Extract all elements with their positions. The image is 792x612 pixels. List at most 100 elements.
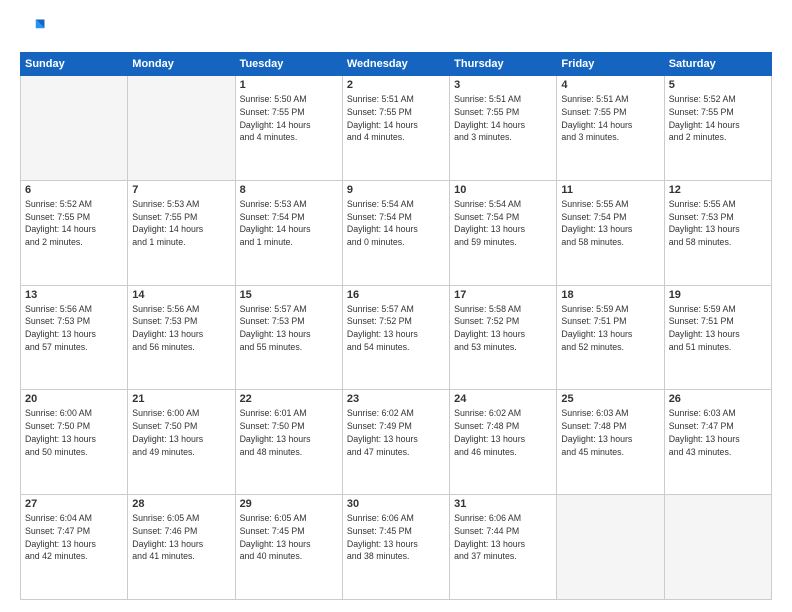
day-number: 14 [132,289,230,301]
day-info: Sunrise: 5:58 AM Sunset: 7:52 PM Dayligh… [454,303,552,354]
day-info: Sunrise: 5:59 AM Sunset: 7:51 PM Dayligh… [561,303,659,354]
day-number: 9 [347,184,445,196]
calendar-header: SundayMondayTuesdayWednesdayThursdayFrid… [21,53,772,76]
calendar-week-row: 1Sunrise: 5:50 AM Sunset: 7:55 PM Daylig… [21,76,772,181]
day-number: 13 [25,289,123,301]
day-info: Sunrise: 6:01 AM Sunset: 7:50 PM Dayligh… [240,407,338,458]
day-number: 17 [454,289,552,301]
day-number: 28 [132,498,230,510]
day-info: Sunrise: 5:52 AM Sunset: 7:55 PM Dayligh… [669,93,767,144]
day-number: 10 [454,184,552,196]
day-info: Sunrise: 5:54 AM Sunset: 7:54 PM Dayligh… [454,198,552,249]
day-number: 26 [669,393,767,405]
calendar-cell [128,76,235,181]
day-number: 8 [240,184,338,196]
day-number: 1 [240,79,338,91]
calendar-cell: 25 Sunrise: 6:03 AM Sunset: 7:48 PM Dayli… [557,390,664,495]
weekday-header: Friday [557,53,664,76]
calendar-cell: 18 Sunrise: 5:59 AM Sunset: 7:51 PM Dayli… [557,285,664,390]
calendar-cell [557,495,664,600]
calendar-cell: 13 Sunrise: 5:56 AM Sunset: 7:53 PM Dayli… [21,285,128,390]
calendar-cell: 3 Sunrise: 5:51 AM Sunset: 7:55 PM Daylig… [450,76,557,181]
weekday-header: Wednesday [342,53,449,76]
calendar-cell: 8Sunrise: 5:53 AM Sunset: 7:54 PM Daylig… [235,180,342,285]
calendar-cell: 19 Sunrise: 5:59 AM Sunset: 7:51 PM Dayli… [664,285,771,390]
day-number: 24 [454,393,552,405]
day-info: Sunrise: 6:00 AM Sunset: 7:50 PM Dayligh… [132,407,230,458]
day-number: 2 [347,79,445,91]
calendar-week-row: 6 Sunrise: 5:52 AM Sunset: 7:55 PM Daylig… [21,180,772,285]
calendar-week-row: 20 Sunrise: 6:00 AM Sunset: 7:50 PM Dayli… [21,390,772,495]
calendar-cell: 31Sunrise: 6:06 AM Sunset: 7:44 PM Dayli… [450,495,557,600]
logo [20,16,52,44]
calendar: SundayMondayTuesdayWednesdayThursdayFrid… [20,52,772,600]
day-number: 27 [25,498,123,510]
calendar-body: 1Sunrise: 5:50 AM Sunset: 7:55 PM Daylig… [21,76,772,600]
day-number: 16 [347,289,445,301]
calendar-cell: 12Sunrise: 5:55 AM Sunset: 7:53 PM Dayli… [664,180,771,285]
day-info: Sunrise: 6:02 AM Sunset: 7:48 PM Dayligh… [454,407,552,458]
day-number: 3 [454,79,552,91]
day-number: 7 [132,184,230,196]
day-info: Sunrise: 5:54 AM Sunset: 7:54 PM Dayligh… [347,198,445,249]
calendar-cell: 28Sunrise: 6:05 AM Sunset: 7:46 PM Dayli… [128,495,235,600]
day-number: 15 [240,289,338,301]
day-number: 22 [240,393,338,405]
calendar-cell: 22 Sunrise: 6:01 AM Sunset: 7:50 PM Dayli… [235,390,342,495]
weekday-row: SundayMondayTuesdayWednesdayThursdayFrid… [21,53,772,76]
day-info: Sunrise: 6:00 AM Sunset: 7:50 PM Dayligh… [25,407,123,458]
day-number: 21 [132,393,230,405]
header [20,16,772,44]
day-info: Sunrise: 5:57 AM Sunset: 7:53 PM Dayligh… [240,303,338,354]
calendar-cell: 27 Sunrise: 6:04 AM Sunset: 7:47 PM Dayli… [21,495,128,600]
day-info: Sunrise: 5:56 AM Sunset: 7:53 PM Dayligh… [25,303,123,354]
day-number: 19 [669,289,767,301]
day-info: Sunrise: 6:02 AM Sunset: 7:49 PM Dayligh… [347,407,445,458]
day-info: Sunrise: 6:03 AM Sunset: 7:48 PM Dayligh… [561,407,659,458]
day-number: 25 [561,393,659,405]
day-info: Sunrise: 5:59 AM Sunset: 7:51 PM Dayligh… [669,303,767,354]
calendar-cell: 1Sunrise: 5:50 AM Sunset: 7:55 PM Daylig… [235,76,342,181]
calendar-cell: 6 Sunrise: 5:52 AM Sunset: 7:55 PM Daylig… [21,180,128,285]
calendar-cell: 15 Sunrise: 5:57 AM Sunset: 7:53 PM Dayli… [235,285,342,390]
calendar-cell: 24 Sunrise: 6:02 AM Sunset: 7:48 PM Dayli… [450,390,557,495]
calendar-cell: 29 Sunrise: 6:05 AM Sunset: 7:45 PM Dayli… [235,495,342,600]
day-number: 4 [561,79,659,91]
calendar-cell [664,495,771,600]
day-info: Sunrise: 6:03 AM Sunset: 7:47 PM Dayligh… [669,407,767,458]
day-info: Sunrise: 5:56 AM Sunset: 7:53 PM Dayligh… [132,303,230,354]
calendar-cell: 14 Sunrise: 5:56 AM Sunset: 7:53 PM Dayli… [128,285,235,390]
day-info: Sunrise: 6:05 AM Sunset: 7:45 PM Dayligh… [240,512,338,563]
day-number: 23 [347,393,445,405]
calendar-cell: 7 Sunrise: 5:53 AM Sunset: 7:55 PM Daylig… [128,180,235,285]
day-number: 20 [25,393,123,405]
calendar-cell: 16 Sunrise: 5:57 AM Sunset: 7:52 PM Dayli… [342,285,449,390]
calendar-week-row: 13 Sunrise: 5:56 AM Sunset: 7:53 PM Dayli… [21,285,772,390]
weekday-header: Sunday [21,53,128,76]
day-number: 5 [669,79,767,91]
day-info: Sunrise: 5:55 AM Sunset: 7:53 PM Dayligh… [669,198,767,249]
weekday-header: Thursday [450,53,557,76]
day-info: Sunrise: 5:53 AM Sunset: 7:55 PM Dayligh… [132,198,230,249]
page: SundayMondayTuesdayWednesdayThursdayFrid… [0,0,792,612]
calendar-cell: 2Sunrise: 5:51 AM Sunset: 7:55 PM Daylig… [342,76,449,181]
day-info: Sunrise: 5:55 AM Sunset: 7:54 PM Dayligh… [561,198,659,249]
calendar-cell: 5 Sunrise: 5:52 AM Sunset: 7:55 PM Daylig… [664,76,771,181]
day-number: 31 [454,498,552,510]
weekday-header: Saturday [664,53,771,76]
calendar-cell: 26 Sunrise: 6:03 AM Sunset: 7:47 PM Dayli… [664,390,771,495]
calendar-cell: 17 Sunrise: 5:58 AM Sunset: 7:52 PM Dayli… [450,285,557,390]
calendar-cell: 20 Sunrise: 6:00 AM Sunset: 7:50 PM Dayli… [21,390,128,495]
calendar-cell: 11Sunrise: 5:55 AM Sunset: 7:54 PM Dayli… [557,180,664,285]
day-info: Sunrise: 5:51 AM Sunset: 7:55 PM Dayligh… [454,93,552,144]
calendar-cell: 21 Sunrise: 6:00 AM Sunset: 7:50 PM Dayli… [128,390,235,495]
day-info: Sunrise: 5:52 AM Sunset: 7:55 PM Dayligh… [25,198,123,249]
calendar-cell: 4 Sunrise: 5:51 AM Sunset: 7:55 PM Daylig… [557,76,664,181]
day-info: Sunrise: 5:57 AM Sunset: 7:52 PM Dayligh… [347,303,445,354]
day-info: Sunrise: 6:06 AM Sunset: 7:45 PM Dayligh… [347,512,445,563]
day-info: Sunrise: 5:51 AM Sunset: 7:55 PM Dayligh… [561,93,659,144]
day-info: Sunrise: 6:04 AM Sunset: 7:47 PM Dayligh… [25,512,123,563]
day-number: 6 [25,184,123,196]
day-number: 29 [240,498,338,510]
day-number: 18 [561,289,659,301]
